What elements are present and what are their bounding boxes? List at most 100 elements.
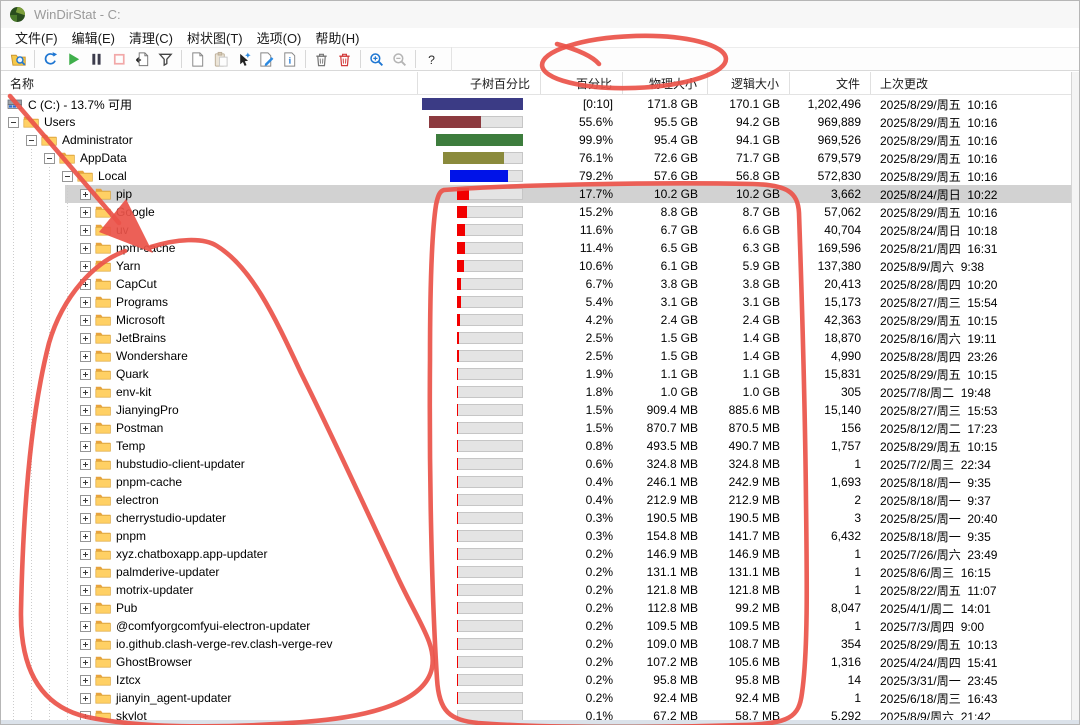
expand-plus-box[interactable] xyxy=(80,549,91,560)
tree-row-io.github.clash-verge-rev.clash-verge-rev[interactable]: io.github.clash-verge-rev.clash-verge-re… xyxy=(1,635,1071,653)
tree-row-cc-13.7[interactable]: C (C:) - 13.7% 可用[0:10]171.8 GB170.1 GB1… xyxy=(1,95,1071,113)
expand-plus-box[interactable] xyxy=(80,423,91,434)
collapse-minus-box[interactable] xyxy=(8,117,19,128)
tree-row-env-kit[interactable]: env-kit1.8%1.0 GB1.0 GB3052025/7/8/周二 19… xyxy=(1,383,1071,401)
toolbar-button-delete-to-bin-icon[interactable] xyxy=(310,49,333,70)
menu-item-3[interactable]: 树状图(T) xyxy=(180,27,250,48)
tree-row-motrix-updater[interactable]: motrix-updater0.2%121.8 MB121.8 MB12025/… xyxy=(1,581,1071,599)
tree-row-pnpm-cache[interactable]: pnpm-cache0.4%246.1 MB242.9 MB1,6932025/… xyxy=(1,473,1071,491)
expand-plus-box[interactable] xyxy=(80,639,91,650)
tree-row-appdata[interactable]: AppData76.1%72.6 GB71.7 GB679,5792025/8/… xyxy=(1,149,1071,167)
expand-plus-box[interactable] xyxy=(80,297,91,308)
tree-row-iztcx[interactable]: Iztcx0.2%95.8 MB95.8 MB142025/3/31/周一 23… xyxy=(1,671,1071,689)
expand-plus-box[interactable] xyxy=(80,333,91,344)
expand-plus-box[interactable] xyxy=(80,405,91,416)
tree-row-xyz.chatboxapp.app-updater[interactable]: xyz.chatboxapp.app-updater0.2%146.9 MB14… xyxy=(1,545,1071,563)
toolbar-button-select-parent-icon[interactable] xyxy=(131,49,154,70)
expand-plus-box[interactable] xyxy=(80,351,91,362)
tree-row-temp[interactable]: Temp0.8%493.5 MB490.7 MB1,7572025/8/29/周… xyxy=(1,437,1071,455)
tree-row-pub[interactable]: Pub0.2%112.8 MB99.2 MB8,0472025/4/1/周二 1… xyxy=(1,599,1071,617)
percent-cell: 11.6% xyxy=(541,223,623,237)
tree-row-wondershare[interactable]: Wondershare2.5%1.5 GB1.4 GB4,9902025/8/2… xyxy=(1,347,1071,365)
folder-icon xyxy=(95,565,111,578)
expand-plus-box[interactable] xyxy=(80,477,91,488)
toolbar-button-properties-icon[interactable]: i xyxy=(278,49,301,70)
tree-row-pnpm[interactable]: pnpm0.3%154.8 MB141.7 MB6,4322025/8/18/周… xyxy=(1,527,1071,545)
tree-row-quark[interactable]: Quark1.9%1.1 GB1.1 GB15,8312025/8/29/周五 … xyxy=(1,365,1071,383)
tree-row-google[interactable]: Google15.2%8.8 GB8.7 GB57,0622025/8/29/周… xyxy=(1,203,1071,221)
column-header-6[interactable]: 上次更改 xyxy=(871,72,1073,94)
column-header-0[interactable]: 名称 xyxy=(1,72,418,94)
toolbar-button-zoom-in-icon[interactable] xyxy=(365,49,388,70)
expand-plus-box[interactable] xyxy=(80,387,91,398)
toolbar-button-pause-icon[interactable] xyxy=(85,49,108,70)
expand-plus-box[interactable] xyxy=(80,603,91,614)
expand-plus-box[interactable] xyxy=(80,495,91,506)
tree-row-jetbrains[interactable]: JetBrains2.5%1.5 GB1.4 GB18,8702025/8/16… xyxy=(1,329,1071,347)
tree-row-capcut[interactable]: CapCut6.7%3.8 GB3.8 GB20,4132025/8/28/周四… xyxy=(1,275,1071,293)
tree-row-electron[interactable]: electron0.4%212.9 MB212.9 MB22025/8/18/周… xyxy=(1,491,1071,509)
column-header-4[interactable]: 逻辑大小 xyxy=(708,72,790,94)
toolbar-button-resume-icon[interactable] xyxy=(62,49,85,70)
files-count-cell: 14 xyxy=(790,673,871,687)
tree-row-postman[interactable]: Postman1.5%870.7 MB870.5 MB1562025/8/12/… xyxy=(1,419,1071,437)
expand-plus-box[interactable] xyxy=(80,189,91,200)
expand-plus-box[interactable] xyxy=(80,369,91,380)
expand-plus-box[interactable] xyxy=(80,225,91,236)
expand-plus-box[interactable] xyxy=(80,441,91,452)
folder-icon xyxy=(23,115,39,128)
menu-item-0[interactable]: 文件(F) xyxy=(8,27,65,48)
tree-row-npm-cache[interactable]: npm-cache11.4%6.5 GB6.3 GB169,5962025/8/… xyxy=(1,239,1071,257)
toolbar-button-open-folder-search-icon[interactable] xyxy=(7,49,30,70)
expand-plus-box[interactable] xyxy=(80,675,91,686)
tree-row-users[interactable]: Users55.6%95.5 GB94.2 GB969,8892025/8/29… xyxy=(1,113,1071,131)
tree-row-palmderive-updater[interactable]: palmderive-updater0.2%131.1 MB131.1 MB12… xyxy=(1,563,1071,581)
menu-item-1[interactable]: 编辑(E) xyxy=(65,27,122,48)
expand-plus-box[interactable] xyxy=(80,459,91,470)
expand-plus-box[interactable] xyxy=(80,279,91,290)
expand-plus-box[interactable] xyxy=(80,261,91,272)
expand-plus-box[interactable] xyxy=(80,531,91,542)
menu-item-5[interactable]: 帮助(H) xyxy=(308,27,366,48)
tree-row-@comfyorgcomfyui-electron-updater[interactable]: @comfyorgcomfyui-electron-updater0.2%109… xyxy=(1,617,1071,635)
column-header-2[interactable]: 百分比 xyxy=(541,72,623,94)
toolbar-button-delete-permanently-icon[interactable] xyxy=(333,49,356,70)
tree-row-jianyingpro[interactable]: JianyingPro1.5%909.4 MB885.6 MB15,140202… xyxy=(1,401,1071,419)
toolbar-button-refresh-icon[interactable] xyxy=(39,49,62,70)
menu-item-2[interactable]: 清理(C) xyxy=(122,27,180,48)
expand-plus-box[interactable] xyxy=(80,513,91,524)
expand-plus-box[interactable] xyxy=(80,621,91,632)
toolbar-button-open-in-editor-icon[interactable] xyxy=(255,49,278,70)
toolbar-button-help-icon[interactable]: ? xyxy=(420,49,443,70)
expand-plus-box[interactable] xyxy=(80,585,91,596)
tree-row-yarn[interactable]: Yarn10.6%6.1 GB5.9 GB137,3802025/8/9/周六 … xyxy=(1,257,1071,275)
column-header-5[interactable]: 文件 xyxy=(790,72,871,94)
collapse-minus-box[interactable] xyxy=(62,171,73,182)
tree-row-microsoft[interactable]: Microsoft4.2%2.4 GB2.4 GB42,3632025/8/29… xyxy=(1,311,1071,329)
expand-plus-box[interactable] xyxy=(80,657,91,668)
subtree-percentage-bar xyxy=(457,674,523,686)
vertical-scrollbar[interactable] xyxy=(1071,72,1079,724)
column-header-1[interactable]: 子树百分比 xyxy=(418,72,541,94)
expand-plus-box[interactable] xyxy=(80,207,91,218)
tree-row-programs[interactable]: Programs5.4%3.1 GB3.1 GB15,1732025/8/27/… xyxy=(1,293,1071,311)
column-header-3[interactable]: 物理大小 xyxy=(623,72,708,94)
tree-row-cherrystudio-updater[interactable]: cherrystudio-updater0.3%190.5 MB190.5 MB… xyxy=(1,509,1071,527)
expand-plus-box[interactable] xyxy=(80,693,91,704)
tree-row-uv[interactable]: uv11.6%6.7 GB6.6 GB40,7042025/8/24/周日 10… xyxy=(1,221,1071,239)
expand-plus-box[interactable] xyxy=(80,243,91,254)
menu-item-4[interactable]: 选项(O) xyxy=(250,27,309,48)
collapse-minus-box[interactable] xyxy=(44,153,55,164)
tree-row-administrator[interactable]: Administrator99.9%95.4 GB94.1 GB969,5262… xyxy=(1,131,1071,149)
tree-row-hubstudio-client-updater[interactable]: hubstudio-client-updater0.6%324.8 MB324.… xyxy=(1,455,1071,473)
expand-plus-box[interactable] xyxy=(80,567,91,578)
tree-row-pip[interactable]: pip17.7%10.2 GB10.2 GB3,6622025/8/24/周日 … xyxy=(1,185,1071,203)
tree-row-ghostbrowser[interactable]: GhostBrowser0.2%107.2 MB105.6 MB1,316202… xyxy=(1,653,1071,671)
expand-plus-box[interactable] xyxy=(80,315,91,326)
toolbar-button-filter-icon[interactable] xyxy=(154,49,177,70)
tree-row-local[interactable]: Local79.2%57.6 GB56.8 GB572,8302025/8/29… xyxy=(1,167,1071,185)
toolbar-button-copy-path-icon[interactable] xyxy=(186,49,209,70)
tree-row-jianyin_agent-updater[interactable]: jianyin_agent-updater0.2%92.4 MB92.4 MB1… xyxy=(1,689,1071,707)
toolbar-button-explorer-select-icon[interactable] xyxy=(232,49,255,70)
collapse-minus-box[interactable] xyxy=(26,135,37,146)
